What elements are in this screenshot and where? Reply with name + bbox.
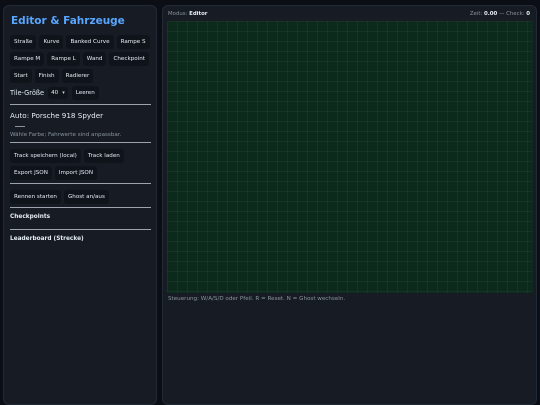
tool-banked-curve-button[interactable]: Banked Curve <box>66 35 114 49</box>
save-track-button[interactable]: Track speichern (local) <box>10 149 81 163</box>
tool-radierer-button[interactable]: Radierer <box>61 69 94 83</box>
sidebar-title: Editor & Fahrzeuge <box>11 15 125 27</box>
status-bar: Modus: Editor Zeit: 0.00 — Check: 0 <box>168 11 530 20</box>
check-value: 0 <box>526 11 530 17</box>
tile-size-select[interactable]: 40 ▾ <box>48 87 68 99</box>
tool-wand-button[interactable]: Wand <box>82 52 107 66</box>
export-json-button[interactable]: Export JSON <box>10 166 52 180</box>
tool-rampe-l-button[interactable]: Rampe L <box>47 52 80 66</box>
divider <box>10 207 151 208</box>
controls-hint: Steuerung: W/A/S/D oder Pfeil. R = Reset… <box>168 296 346 302</box>
mode-value: Editor <box>189 11 208 17</box>
leaderboard-heading: Leaderboard (Strecke) <box>10 236 84 242</box>
tile-size-row: Tile-Größe 40 ▾ Leeren <box>10 86 151 100</box>
main-panel: Modus: Editor Zeit: 0.00 — Check: 0 Steu… <box>162 5 537 405</box>
check-label: — Check: <box>499 11 525 17</box>
track-row-1: Track speichern (local) Track laden <box>10 149 151 163</box>
track-row-2: Export JSON Import JSON <box>10 166 151 180</box>
car-color-swatch[interactable] <box>15 126 25 127</box>
divider <box>10 183 151 184</box>
checkpoints-heading: Checkpoints <box>10 214 51 220</box>
track-canvas[interactable] <box>167 21 533 293</box>
tool-row-2: Rampe M Rampe L Wand Checkpoint <box>10 52 151 66</box>
tool-finish-button[interactable]: Finish <box>34 69 59 83</box>
tile-size-label: Tile-Größe <box>10 89 45 97</box>
app: Editor & Fahrzeuge Straße Kurve Banked C… <box>0 0 540 405</box>
tool-rampe-m-button[interactable]: Rampe M <box>10 52 45 66</box>
tile-size-value: 40 <box>51 90 59 96</box>
load-track-button[interactable]: Track laden <box>83 149 124 163</box>
tool-row-3: Start Finish Radierer <box>10 69 151 83</box>
tool-row-1: Straße Kurve Banked Curve Rampe S <box>10 35 151 49</box>
clear-button[interactable]: Leeren <box>71 86 99 100</box>
tool-strasse-button[interactable]: Straße <box>10 35 37 49</box>
time-status: Zeit: 0.00 — Check: 0 <box>470 11 530 17</box>
tool-rampe-s-button[interactable]: Rampe S <box>116 35 150 49</box>
divider <box>10 229 151 230</box>
import-json-button[interactable]: Import JSON <box>54 166 98 180</box>
toggle-ghost-button[interactable]: Ghost an/aus <box>63 190 109 204</box>
chevron-down-icon: ▾ <box>62 90 65 96</box>
time-label: Zeit: <box>469 11 483 17</box>
tool-kurve-button[interactable]: Kurve <box>39 35 64 49</box>
mode-label: Modus: <box>168 11 188 17</box>
divider <box>10 104 151 105</box>
race-row: Rennen starten Ghost an/aus <box>10 190 151 204</box>
tool-start-button[interactable]: Start <box>10 69 32 83</box>
car-label: Auto: Porsche 918 Spyder <box>10 111 104 120</box>
divider <box>10 142 151 143</box>
time-value: 0.00 <box>483 11 498 17</box>
start-race-button[interactable]: Rennen starten <box>10 190 61 204</box>
tool-checkpoint-button[interactable]: Checkpoint <box>109 52 149 66</box>
mode-status: Modus: Editor <box>168 11 207 17</box>
sidebar: Editor & Fahrzeuge Straße Kurve Banked C… <box>3 5 157 405</box>
car-hint: Wähle Farbe; Fahrwerte sind anpassbar. <box>10 132 122 138</box>
